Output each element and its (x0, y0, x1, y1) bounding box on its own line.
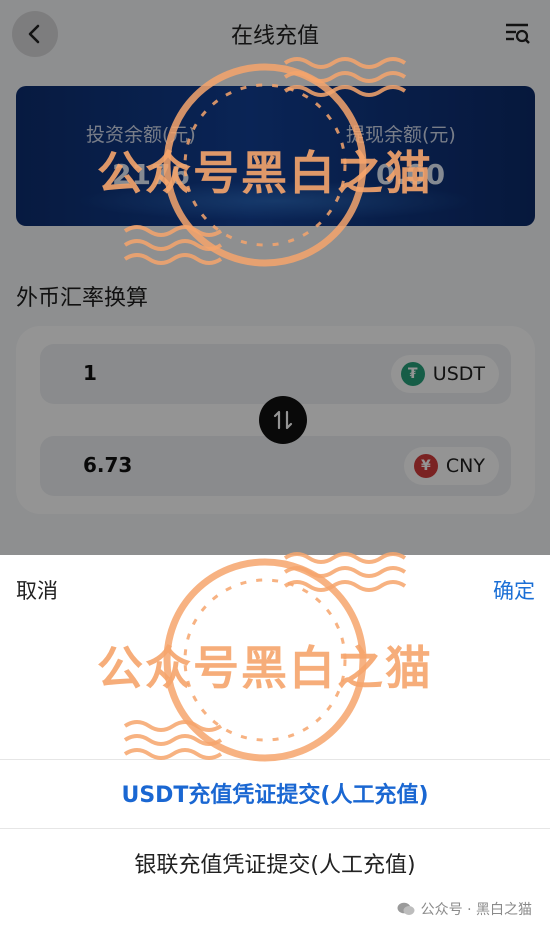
action-sheet: 取消 确定 USDT充值凭证提交(人工充值) 银联充值凭证提交(人工充值) 公众… (0, 555, 550, 930)
option-unionpay-voucher[interactable]: 银联充值凭证提交(人工充值) (0, 847, 550, 879)
cancel-button[interactable]: 取消 (16, 575, 58, 605)
recharge-page: 在线充值 投资余额(元) 2176 提现余额(元) 0.00 外币汇率换算 1 … (0, 0, 550, 930)
wechat-icon (397, 902, 415, 915)
footer-watermark-text: 公众号 · 黑白之猫 (420, 902, 532, 918)
option-usdt-voucher[interactable]: USDT充值凭证提交(人工充值) (0, 777, 550, 809)
confirm-button[interactable]: 确定 (493, 575, 535, 605)
divider (0, 759, 550, 760)
footer-watermark: 公众号 · 黑白之猫 (397, 899, 532, 919)
divider (0, 828, 550, 829)
